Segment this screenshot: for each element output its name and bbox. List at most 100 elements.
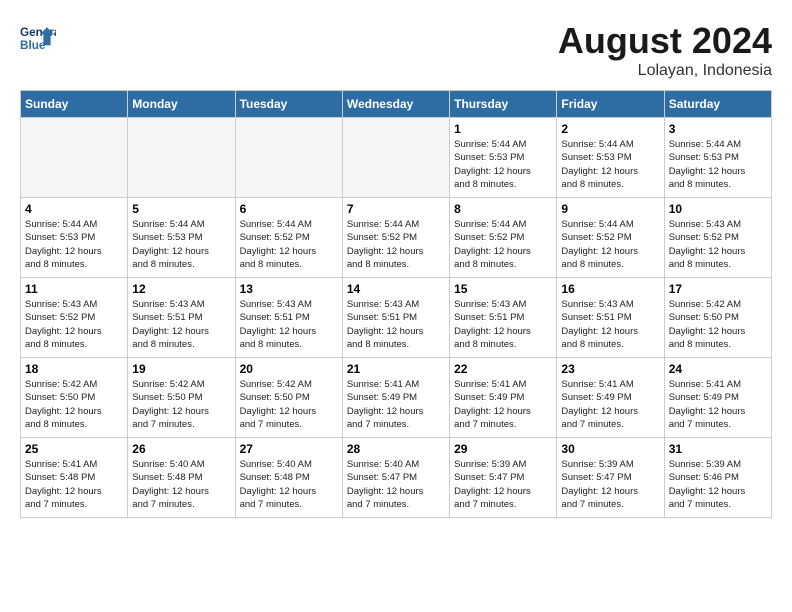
day-number: 5: [132, 202, 230, 216]
day-info: Sunrise: 5:44 AM Sunset: 5:53 PM Dayligh…: [454, 138, 552, 191]
title-area: August 2024 Lolayan, Indonesia: [558, 20, 772, 80]
calendar-cell: [235, 118, 342, 198]
calendar-cell: 23 Sunrise: 5:41 AM Sunset: 5:49 PM Dayli…: [557, 358, 664, 438]
day-number: 14: [347, 282, 445, 296]
calendar-cell: 25Sunrise: 5:41 AM Sunset: 5:48 PM Dayli…: [21, 438, 128, 518]
day-info: Sunrise: 5:44 AM Sunset: 5:53 PM Dayligh…: [561, 138, 659, 191]
calendar-cell: 4 Sunrise: 5:44 AM Sunset: 5:53 PM Daylig…: [21, 198, 128, 278]
day-number: 23: [561, 362, 659, 376]
day-info: Sunrise: 5:43 AM Sunset: 5:51 PM Dayligh…: [454, 298, 552, 351]
day-number: 4: [25, 202, 123, 216]
day-info: Sunrise: 5:41 AM Sunset: 5:49 PM Dayligh…: [454, 378, 552, 431]
calendar-table: SundayMondayTuesdayWednesdayThursdayFrid…: [20, 90, 772, 518]
day-number: 30: [561, 442, 659, 456]
calendar-cell: 18 Sunrise: 5:42 AM Sunset: 5:50 PM Dayli…: [21, 358, 128, 438]
day-number: 9: [561, 202, 659, 216]
page-header: General Blue August 2024 Lolayan, Indone…: [20, 20, 772, 80]
day-number: 20: [240, 362, 338, 376]
svg-text:Blue: Blue: [20, 39, 46, 52]
day-number: 19: [132, 362, 230, 376]
calendar-cell: 26 Sunrise: 5:40 AM Sunset: 5:48 PM Dayli…: [128, 438, 235, 518]
calendar-cell: 20 Sunrise: 5:42 AM Sunset: 5:50 PM Dayli…: [235, 358, 342, 438]
day-number: 10: [669, 202, 767, 216]
calendar-cell: 3 Sunrise: 5:44 AM Sunset: 5:53 PM Daylig…: [664, 118, 771, 198]
day-info: Sunrise: 5:41 AM Sunset: 5:49 PM Dayligh…: [561, 378, 659, 431]
day-info: Sunrise: 5:44 AM Sunset: 5:53 PM Dayligh…: [25, 218, 123, 271]
day-number: 7: [347, 202, 445, 216]
day-info: Sunrise: 5:43 AM Sunset: 5:51 PM Dayligh…: [561, 298, 659, 351]
day-header-monday: Monday: [128, 91, 235, 118]
calendar-week-row: 18 Sunrise: 5:42 AM Sunset: 5:50 PM Dayli…: [21, 358, 772, 438]
day-info: Sunrise: 5:39 AM Sunset: 5:47 PM Dayligh…: [454, 458, 552, 511]
calendar-cell: 24Sunrise: 5:41 AM Sunset: 5:49 PM Dayli…: [664, 358, 771, 438]
calendar-cell: [342, 118, 449, 198]
calendar-cell: 6 Sunrise: 5:44 AM Sunset: 5:52 PM Daylig…: [235, 198, 342, 278]
day-number: 29: [454, 442, 552, 456]
day-info: Sunrise: 5:40 AM Sunset: 5:47 PM Dayligh…: [347, 458, 445, 511]
calendar-cell: 8 Sunrise: 5:44 AM Sunset: 5:52 PM Daylig…: [450, 198, 557, 278]
day-header-tuesday: Tuesday: [235, 91, 342, 118]
day-info: Sunrise: 5:41 AM Sunset: 5:49 PM Dayligh…: [347, 378, 445, 431]
calendar-cell: 19 Sunrise: 5:42 AM Sunset: 5:50 PM Dayli…: [128, 358, 235, 438]
calendar-cell: 7 Sunrise: 5:44 AM Sunset: 5:52 PM Daylig…: [342, 198, 449, 278]
calendar-cell: 15 Sunrise: 5:43 AM Sunset: 5:51 PM Dayli…: [450, 278, 557, 358]
day-info: Sunrise: 5:43 AM Sunset: 5:52 PM Dayligh…: [669, 218, 767, 271]
day-number: 28: [347, 442, 445, 456]
calendar-cell: 1 Sunrise: 5:44 AM Sunset: 5:53 PM Daylig…: [450, 118, 557, 198]
calendar-cell: 22Sunrise: 5:41 AM Sunset: 5:49 PM Dayli…: [450, 358, 557, 438]
day-info: Sunrise: 5:40 AM Sunset: 5:48 PM Dayligh…: [132, 458, 230, 511]
day-info: Sunrise: 5:41 AM Sunset: 5:48 PM Dayligh…: [25, 458, 123, 511]
calendar-cell: 12Sunrise: 5:43 AM Sunset: 5:51 PM Dayli…: [128, 278, 235, 358]
day-number: 11: [25, 282, 123, 296]
day-number: 6: [240, 202, 338, 216]
calendar-week-row: 25Sunrise: 5:41 AM Sunset: 5:48 PM Dayli…: [21, 438, 772, 518]
day-info: Sunrise: 5:43 AM Sunset: 5:52 PM Dayligh…: [25, 298, 123, 351]
day-number: 1: [454, 122, 552, 136]
day-number: 18: [25, 362, 123, 376]
day-info: Sunrise: 5:44 AM Sunset: 5:52 PM Dayligh…: [347, 218, 445, 271]
day-number: 17: [669, 282, 767, 296]
day-info: Sunrise: 5:42 AM Sunset: 5:50 PM Dayligh…: [132, 378, 230, 431]
day-header-thursday: Thursday: [450, 91, 557, 118]
calendar-cell: [21, 118, 128, 198]
day-number: 31: [669, 442, 767, 456]
day-number: 21: [347, 362, 445, 376]
calendar-cell: [128, 118, 235, 198]
day-info: Sunrise: 5:43 AM Sunset: 5:51 PM Dayligh…: [347, 298, 445, 351]
calendar-cell: 11 Sunrise: 5:43 AM Sunset: 5:52 PM Dayli…: [21, 278, 128, 358]
day-info: Sunrise: 5:42 AM Sunset: 5:50 PM Dayligh…: [240, 378, 338, 431]
calendar-week-row: 11 Sunrise: 5:43 AM Sunset: 5:52 PM Dayli…: [21, 278, 772, 358]
calendar-cell: 27Sunrise: 5:40 AM Sunset: 5:48 PM Dayli…: [235, 438, 342, 518]
day-number: 26: [132, 442, 230, 456]
day-header-wednesday: Wednesday: [342, 91, 449, 118]
calendar-cell: 5 Sunrise: 5:44 AM Sunset: 5:53 PM Daylig…: [128, 198, 235, 278]
day-info: Sunrise: 5:42 AM Sunset: 5:50 PM Dayligh…: [669, 298, 767, 351]
calendar-cell: 17 Sunrise: 5:42 AM Sunset: 5:50 PM Dayli…: [664, 278, 771, 358]
day-number: 12: [132, 282, 230, 296]
day-number: 16: [561, 282, 659, 296]
logo: General Blue: [20, 20, 56, 56]
calendar-cell: 2 Sunrise: 5:44 AM Sunset: 5:53 PM Daylig…: [557, 118, 664, 198]
day-info: Sunrise: 5:42 AM Sunset: 5:50 PM Dayligh…: [25, 378, 123, 431]
day-info: Sunrise: 5:44 AM Sunset: 5:53 PM Dayligh…: [132, 218, 230, 271]
calendar-cell: 29 Sunrise: 5:39 AM Sunset: 5:47 PM Dayli…: [450, 438, 557, 518]
day-info: Sunrise: 5:39 AM Sunset: 5:47 PM Dayligh…: [561, 458, 659, 511]
day-info: Sunrise: 5:43 AM Sunset: 5:51 PM Dayligh…: [240, 298, 338, 351]
day-info: Sunrise: 5:44 AM Sunset: 5:52 PM Dayligh…: [454, 218, 552, 271]
day-number: 15: [454, 282, 552, 296]
day-number: 24: [669, 362, 767, 376]
calendar-cell: 30 Sunrise: 5:39 AM Sunset: 5:47 PM Dayli…: [557, 438, 664, 518]
calendar-cell: 31 Sunrise: 5:39 AM Sunset: 5:46 PM Dayli…: [664, 438, 771, 518]
day-info: Sunrise: 5:44 AM Sunset: 5:52 PM Dayligh…: [240, 218, 338, 271]
calendar-cell: 28 Sunrise: 5:40 AM Sunset: 5:47 PM Dayli…: [342, 438, 449, 518]
calendar-cell: 21 Sunrise: 5:41 AM Sunset: 5:49 PM Dayli…: [342, 358, 449, 438]
calendar-week-row: 4 Sunrise: 5:44 AM Sunset: 5:53 PM Daylig…: [21, 198, 772, 278]
day-number: 3: [669, 122, 767, 136]
location: Lolayan, Indonesia: [558, 62, 772, 80]
day-info: Sunrise: 5:39 AM Sunset: 5:46 PM Dayligh…: [669, 458, 767, 511]
calendar-cell: 14 Sunrise: 5:43 AM Sunset: 5:51 PM Dayli…: [342, 278, 449, 358]
day-info: Sunrise: 5:44 AM Sunset: 5:53 PM Dayligh…: [669, 138, 767, 191]
day-number: 8: [454, 202, 552, 216]
day-info: Sunrise: 5:44 AM Sunset: 5:52 PM Dayligh…: [561, 218, 659, 271]
day-number: 2: [561, 122, 659, 136]
